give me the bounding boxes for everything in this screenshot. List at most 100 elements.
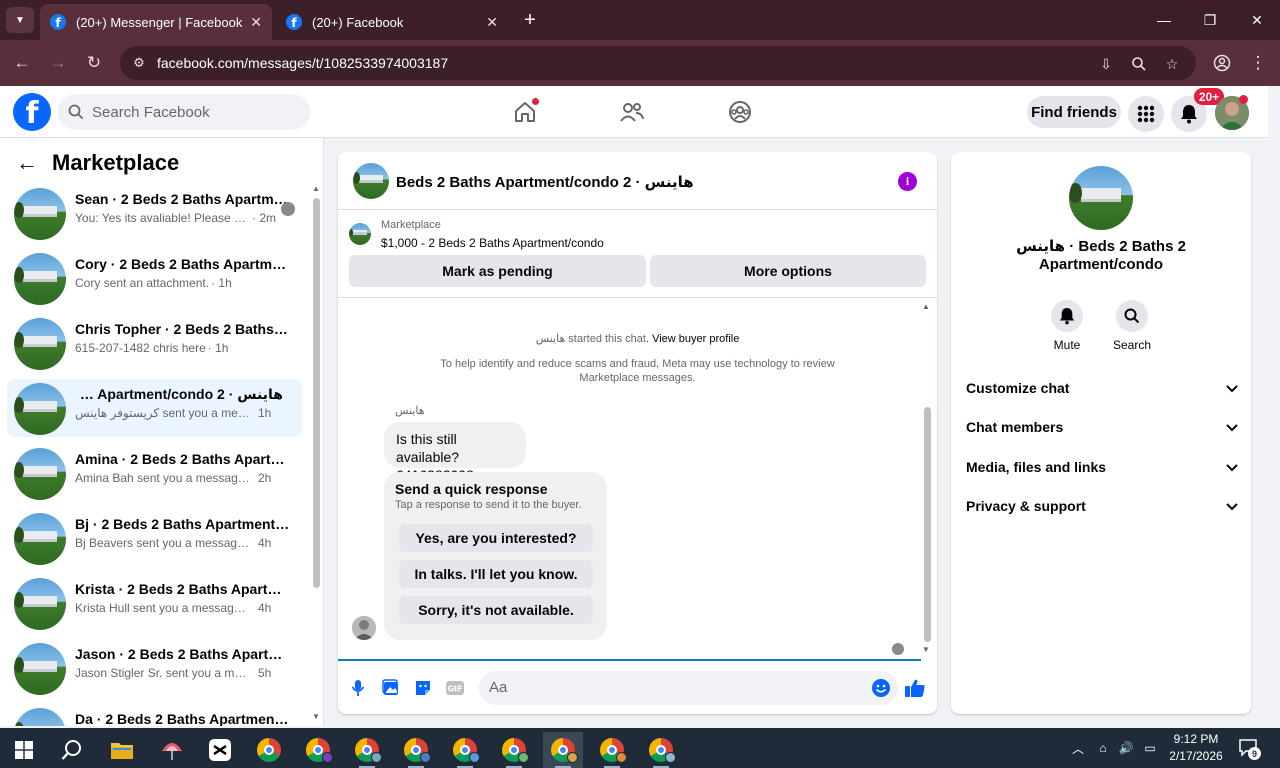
conversation-item[interactable]: Cory · 2 Beds 2 Baths Apartment/condo Co…	[7, 249, 302, 307]
back-arrow-icon[interactable]: ←	[16, 150, 38, 176]
back-icon[interactable]: ←	[10, 51, 34, 75]
privacy-support-section[interactable]: Privacy & support	[966, 493, 1238, 519]
conversation-item[interactable]: Da · 2 Beds 2 Baths Apartment/condo	[7, 704, 302, 726]
network-icon[interactable]: ▭	[1140, 728, 1160, 768]
chrome-profile-icon[interactable]	[396, 732, 436, 768]
scroll-up-arrow-icon[interactable]: ▲	[922, 302, 930, 311]
conversation-item[interactable]: Jason · 2 Beds 2 Baths Apartment/condo J…	[7, 639, 302, 697]
forward-icon[interactable]: →	[46, 51, 70, 75]
tray-overflow-icon[interactable]: ︿	[1069, 728, 1087, 768]
conversation-item[interactable]: Krista · 2 Beds 2 Baths Apartment/condo …	[7, 574, 302, 632]
facebook-favicon-icon: f	[286, 14, 302, 30]
system-clock[interactable]: 9:12 PM 2/17/2026	[1160, 731, 1232, 765]
chrome-profile-icon[interactable]	[494, 732, 534, 768]
mark-as-pending-button[interactable]: Mark as pending	[349, 255, 646, 287]
conversation-item[interactable]: Amina · 2 Beds 2 Baths Apartment/condo A…	[7, 444, 302, 502]
find-friends-button[interactable]: Find friends	[1027, 96, 1121, 128]
mute-bell-icon[interactable]	[1051, 300, 1083, 332]
page-scrollbar[interactable]	[1268, 86, 1280, 726]
info-icon[interactable]: i	[898, 172, 917, 191]
gif-icon[interactable]: GIF	[444, 677, 466, 699]
app-icon[interactable]	[152, 732, 192, 768]
quick-reply-button[interactable]: Sorry, it's not available.	[399, 596, 593, 624]
profile-icon[interactable]	[1210, 51, 1234, 75]
mute-action[interactable]: Mute	[1037, 300, 1097, 352]
search-action[interactable]: Search	[1102, 300, 1162, 352]
scroll-up-arrow-icon[interactable]: ▲	[312, 184, 320, 193]
chat-title[interactable]: هاينس · Beds 2 Baths Apartment/condo 2	[396, 173, 694, 191]
sidebar-scrollbar[interactable]: ▲ ▼	[312, 184, 320, 721]
scrollbar-thumb[interactable]	[313, 198, 320, 588]
home-nav-icon[interactable]	[509, 96, 541, 128]
photo-icon[interactable]	[380, 677, 402, 699]
sidebar-header: ← Marketplace	[16, 150, 179, 176]
facebook-search[interactable]	[58, 94, 310, 130]
install-app-icon[interactable]: ⇩	[1096, 54, 1116, 74]
capcut-icon[interactable]	[200, 732, 240, 768]
restore-icon[interactable]: ❐	[1198, 8, 1222, 32]
close-tab-icon[interactable]: ✕	[250, 14, 262, 31]
quick-reply-button[interactable]: Yes, are you interested?	[399, 524, 593, 552]
conversation-time: 4h	[258, 601, 272, 615]
action-center-icon[interactable]: 9	[1238, 738, 1261, 760]
address-bar[interactable]: ⚙ facebook.com/messages/t/10825339740031…	[120, 46, 1196, 80]
search-input[interactable]	[92, 103, 292, 121]
chat-scrollbar[interactable]: ▲ ▼	[922, 302, 932, 657]
file-explorer-icon[interactable]	[102, 732, 142, 768]
tab-search-button[interactable]: ▼	[6, 7, 34, 33]
emoji-icon[interactable]	[871, 678, 891, 698]
chat-members-section[interactable]: Chat members	[966, 414, 1238, 440]
reload-icon[interactable]: ↻	[82, 51, 106, 75]
close-tab-icon[interactable]: ✕	[486, 14, 498, 31]
chat-listing-thumbnail[interactable]	[353, 163, 389, 199]
volume-icon[interactable]: 🔊	[1116, 728, 1136, 768]
conversation-item[interactable]: Sean · 2 Beds 2 Baths Apartment/condo Yo…	[7, 184, 302, 242]
new-tab-button[interactable]: +	[518, 8, 542, 32]
media-files-links-section[interactable]: Media, files and links	[966, 454, 1238, 480]
bookmark-star-icon[interactable]: ☆	[1162, 54, 1182, 74]
browser-tab-facebook[interactable]: f (20+) Facebook ✕	[276, 4, 508, 40]
more-options-button[interactable]: More options	[650, 255, 926, 287]
listing-price-title[interactable]: $1,000 - 2 Beds 2 Baths Apartment/condo	[381, 236, 604, 250]
message-bubble[interactable]: Is this still available? 6416382008	[384, 422, 526, 483]
scrollbar-thumb[interactable]	[924, 407, 931, 642]
chrome-profile-icon[interactable]	[347, 732, 387, 768]
sender-avatar[interactable]	[352, 616, 376, 640]
chrome-profile-icon[interactable]	[298, 732, 338, 768]
search-icon[interactable]	[1116, 300, 1148, 332]
conversation-item-active[interactable]: هاينس · 2 Beds 2 Baths Apartment/condo ك…	[7, 379, 302, 437]
url-text[interactable]: facebook.com/messages/t/1082533974003187	[157, 55, 448, 71]
chrome-profile-icon[interactable]	[445, 732, 485, 768]
sticker-icon[interactable]	[412, 677, 434, 699]
microphone-icon[interactable]	[347, 677, 369, 699]
view-buyer-profile-link[interactable]: View buyer profile	[652, 333, 739, 345]
chrome-profile-icon-active[interactable]	[543, 732, 583, 768]
windows-start-icon[interactable]	[4, 732, 44, 768]
menu-grid-button[interactable]	[1128, 96, 1164, 132]
scroll-down-arrow-icon[interactable]: ▼	[312, 712, 320, 721]
close-window-icon[interactable]: ✕	[1245, 8, 1269, 32]
facebook-logo-icon[interactable]: f	[13, 93, 51, 131]
taskbar-search-icon[interactable]	[52, 732, 92, 768]
chrome-icon[interactable]	[249, 732, 289, 768]
browser-tab-messenger[interactable]: f (20+) Messenger | Facebook ✕	[40, 4, 272, 40]
listing-large-thumbnail[interactable]	[1069, 166, 1133, 230]
network-drive-icon[interactable]: ⌂	[1094, 728, 1112, 768]
site-info-icon[interactable]: ⚙	[128, 53, 150, 73]
browser-menu-icon[interactable]: ⋮	[1246, 51, 1270, 75]
zoom-icon[interactable]	[1129, 54, 1149, 74]
quick-reply-button[interactable]: In talks. I'll let you know.	[399, 560, 593, 588]
profile-status-dot	[1239, 95, 1248, 104]
minimize-icon[interactable]: —	[1152, 8, 1176, 32]
friends-nav-icon[interactable]	[616, 96, 648, 128]
customize-chat-section[interactable]: Customize chat	[966, 375, 1238, 401]
like-thumb-icon[interactable]	[904, 677, 926, 699]
conversation-item[interactable]: Bj · 2 Beds 2 Baths Apartment/condo Bj B…	[7, 509, 302, 567]
conversation-item[interactable]: Chris Topher · 2 Beds 2 Baths Apartment/…	[7, 314, 302, 372]
groups-nav-icon[interactable]	[724, 96, 756, 128]
chrome-profile-icon[interactable]	[641, 732, 681, 768]
message-input[interactable]	[489, 679, 849, 696]
conversation-time: 1h	[258, 406, 272, 420]
chrome-profile-icon[interactable]	[592, 732, 632, 768]
scroll-down-arrow-icon[interactable]: ▼	[922, 645, 930, 654]
